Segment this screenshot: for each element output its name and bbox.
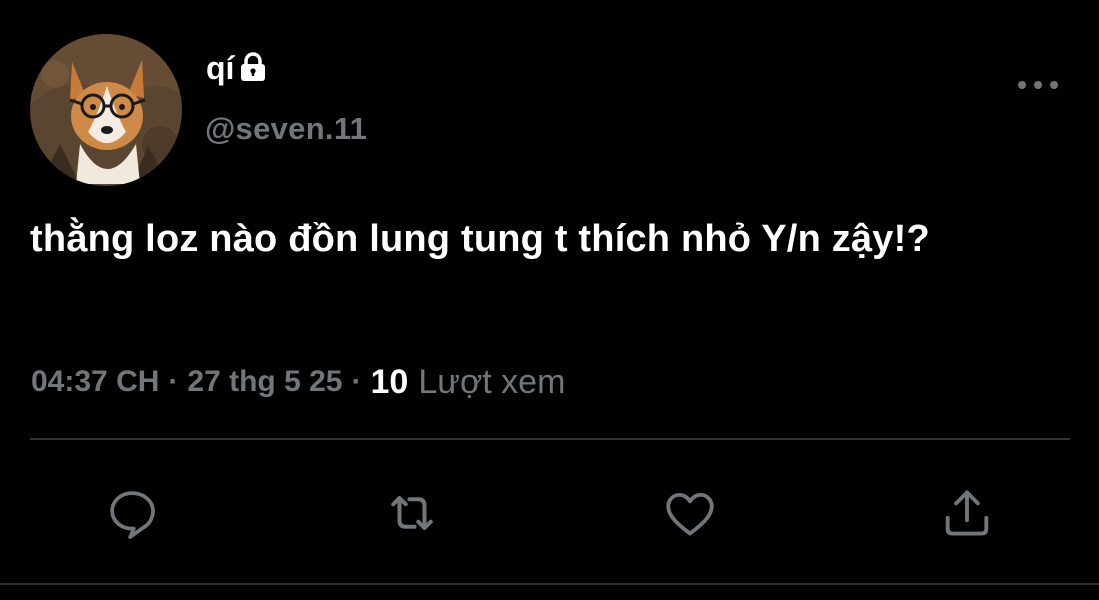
tweet-date[interactable]: 27 thg 5 25 xyxy=(187,365,342,399)
share-icon xyxy=(945,490,989,536)
tweet-text: thằng loz nào đồn lung tung t thích nhỏ … xyxy=(30,218,930,260)
display-name[interactable]: qí xyxy=(206,48,234,88)
retweet-icon xyxy=(391,496,433,530)
tweet-meta: 04:37 CH · 27 thg 5 25 · 10 Lượt xem xyxy=(31,360,565,404)
avatar[interactable] xyxy=(30,34,182,186)
meta-separator: · xyxy=(351,365,362,398)
views-label[interactable]: Lượt xem xyxy=(418,363,565,402)
meta-separator: · xyxy=(168,365,179,398)
tweet-time[interactable]: 04:37 CH xyxy=(31,365,159,399)
bottom-divider xyxy=(0,583,1099,585)
user-handle[interactable]: @seven.11 xyxy=(205,110,367,148)
corgi-avatar-icon xyxy=(30,34,182,186)
lock-icon xyxy=(240,51,266,87)
dot xyxy=(1018,81,1026,89)
retweet-button[interactable] xyxy=(382,483,442,543)
reply-button[interactable] xyxy=(102,483,162,543)
views-count[interactable]: 10 xyxy=(370,363,408,402)
heart-icon xyxy=(666,492,714,536)
more-options-icon[interactable] xyxy=(1016,74,1060,96)
reply-icon xyxy=(110,491,155,539)
share-button[interactable] xyxy=(937,483,997,543)
display-name-row[interactable]: qí xyxy=(206,48,266,88)
divider xyxy=(30,438,1070,440)
dot xyxy=(1050,81,1058,89)
dot xyxy=(1034,81,1042,89)
like-button[interactable] xyxy=(660,483,720,543)
